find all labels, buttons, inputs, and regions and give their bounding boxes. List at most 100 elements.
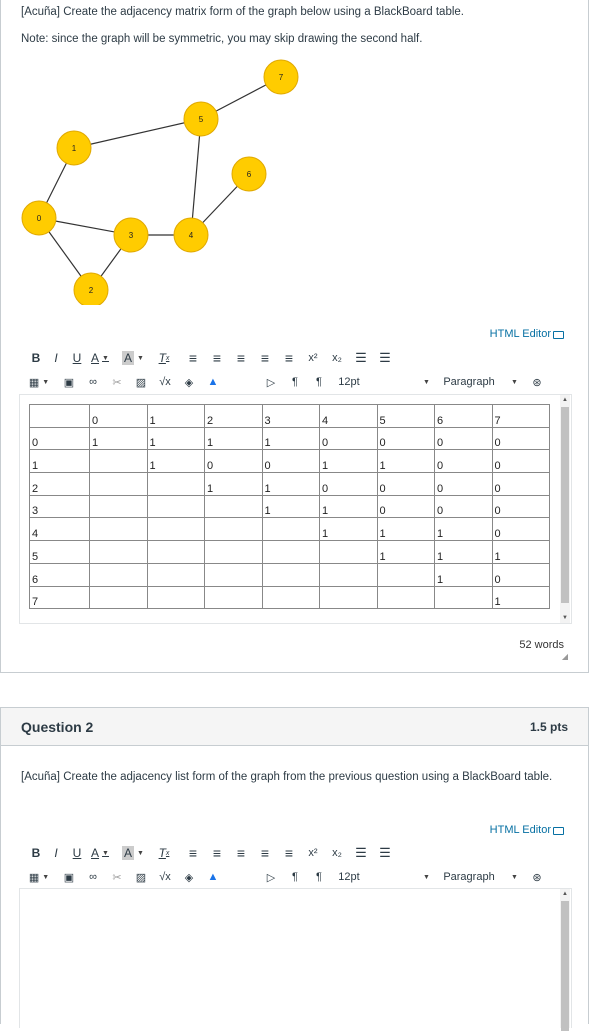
table-cell[interactable]: 1 [319,494,378,519]
table-cell[interactable]: 0 [29,426,90,451]
font-size-select[interactable]: 12pt [331,372,367,392]
table-cell[interactable]: 3 [261,404,320,428]
table-cell[interactable] [146,585,205,610]
table-cell[interactable] [29,404,90,428]
table-cell[interactable] [146,540,205,564]
table-cell[interactable]: 5 [29,540,90,564]
table-cell[interactable]: 0 [89,404,148,428]
resize-grip-icon[interactable]: ◢ [562,652,568,661]
table-cell[interactable]: 1 [491,585,550,610]
html-editor-link[interactable]: HTML Editor [490,328,564,340]
table-cell[interactable]: 1 [376,449,435,474]
table-cell[interactable]: 3 [29,494,90,519]
underline-button[interactable]: U [67,843,87,863]
superscript-button[interactable]: x² [301,348,325,368]
outdent-icon[interactable]: ≡ [277,843,301,863]
image-icon[interactable]: ▨ [129,372,153,392]
table-cell[interactable]: 7 [29,585,90,610]
html-editor-link[interactable]: HTML Editor [490,824,564,836]
table-cell[interactable]: 0 [434,449,493,474]
equation-icon[interactable]: √x [153,372,177,392]
table-cell[interactable]: 0 [376,494,435,519]
equation-icon[interactable]: √x [153,867,177,887]
table-cell[interactable] [89,494,148,519]
bold-button[interactable]: B [27,348,45,368]
table-cell[interactable] [146,517,205,542]
table-icon[interactable]: ▦ ▼ [27,372,51,392]
bold-button[interactable]: B [27,843,45,863]
clear-formatting-button[interactable]: Tx [153,843,175,863]
chevron-down-icon[interactable]: ▼ [503,372,523,392]
scroll-thumb[interactable] [561,901,569,1031]
table-cell[interactable] [146,562,205,587]
table-cell[interactable]: 6 [434,404,493,428]
rtl-icon[interactable]: ¶ [307,867,331,887]
table-cell[interactable]: 1 [29,449,90,474]
outdent-icon[interactable]: ≡ [277,348,301,368]
block-format-select[interactable]: Paragraph [435,867,503,887]
table-cell[interactable]: 1 [146,426,205,451]
align-center-icon[interactable]: ≡ [205,348,229,368]
table-cell[interactable]: 1 [319,517,378,542]
table-cell[interactable]: 0 [434,494,493,519]
table-cell[interactable]: 1 [146,449,205,474]
ltr-icon[interactable]: ¶ [283,867,307,887]
table-cell[interactable]: 1 [261,426,320,451]
table-cell[interactable]: 1 [261,494,320,519]
table-cell[interactable]: 1 [376,540,435,564]
accessibility-checker-icon[interactable]: ⊛ [527,372,547,392]
table-cell[interactable] [261,540,320,564]
table-cell[interactable] [89,517,148,542]
unlink-icon[interactable]: ✂ [105,867,129,887]
scrollbar[interactable]: ▲ ▼ [560,395,570,623]
google-drive-icon[interactable]: ▲ [201,867,225,887]
background-color-button[interactable]: A ▼ [119,348,147,368]
font-color-button[interactable]: A ▼ [87,348,113,368]
link-icon[interactable]: ∞ [81,372,105,392]
table-cell[interactable]: 2 [29,472,90,496]
block-format-select[interactable]: Paragraph [435,372,503,392]
table-cell[interactable]: 1 [376,517,435,542]
table-cell[interactable]: 1 [89,426,148,451]
table-cell[interactable]: 0 [491,562,550,587]
accessibility-checker-icon[interactable]: ⊛ [527,867,547,887]
subscript-button[interactable]: x₂ [325,843,349,863]
chevron-down-icon[interactable]: ▼ [415,867,435,887]
bullet-list-icon[interactable]: ☰ [349,348,373,368]
table-cell[interactable]: 0 [319,472,378,496]
embed-icon[interactable]: ◈ [177,867,201,887]
italic-button[interactable]: I [45,348,67,368]
align-right-icon[interactable]: ≡ [229,348,253,368]
underline-button[interactable]: U [67,348,87,368]
editor-content-area[interactable]: 0123456701111000011001100211000031100041… [19,394,572,624]
bullet-list-icon[interactable]: ☰ [349,843,373,863]
table-cell[interactable]: 1 [204,426,263,451]
image-icon[interactable]: ▨ [129,867,153,887]
table-cell[interactable]: 0 [204,449,263,474]
table-cell[interactable] [89,562,148,587]
table-cell[interactable]: 1 [434,517,493,542]
table-cell[interactable] [319,585,378,610]
table-cell[interactable] [204,494,263,519]
table-cell[interactable]: 4 [29,517,90,542]
table-cell[interactable]: 0 [491,472,550,496]
scrollbar[interactable]: ▲ [560,889,570,1031]
table-cell[interactable]: 0 [491,426,550,451]
font-size-select[interactable]: 12pt [331,867,367,887]
table-cell[interactable] [89,540,148,564]
ltr-icon[interactable]: ¶ [283,372,307,392]
chevron-down-icon[interactable]: ▼ [503,867,523,887]
chevron-down-icon[interactable]: ▼ [415,372,435,392]
unlink-icon[interactable]: ✂ [105,372,129,392]
table-cell[interactable]: 7 [491,404,550,428]
table-cell[interactable]: 5 [376,404,435,428]
table-cell[interactable]: 6 [29,562,90,587]
table-cell[interactable]: 0 [434,472,493,496]
link-icon[interactable]: ∞ [81,867,105,887]
table-cell[interactable] [319,540,378,564]
font-color-button[interactable]: A ▼ [87,843,113,863]
table-cell[interactable]: 0 [434,426,493,451]
table-cell[interactable] [261,562,320,587]
scroll-down-icon[interactable]: ▼ [560,615,570,621]
table-cell[interactable] [89,449,148,474]
